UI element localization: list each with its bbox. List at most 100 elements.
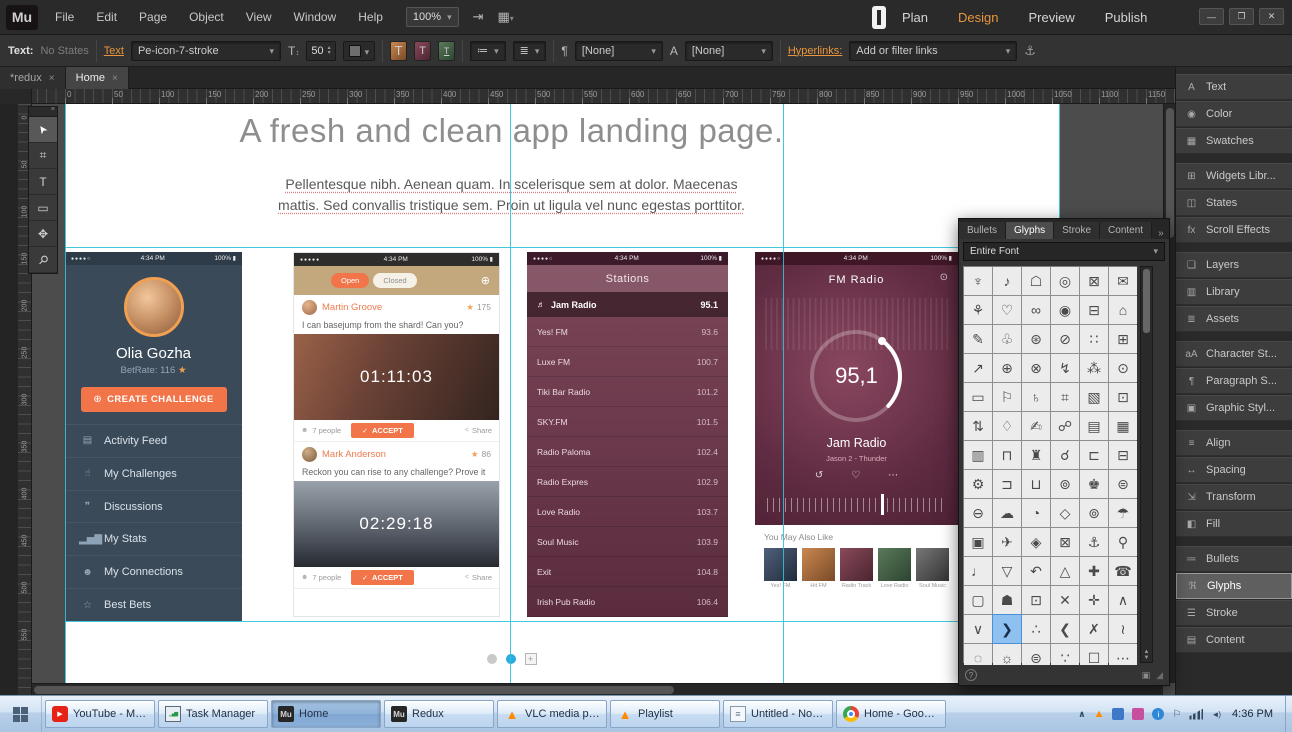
glyph-cell[interactable]: ⊐ bbox=[993, 470, 1021, 498]
glyphs-panel-tab-stroke[interactable]: Stroke bbox=[1054, 222, 1101, 239]
now-playing-row[interactable]: ♬ Jam Radio 95.1 bbox=[527, 292, 728, 317]
panel-button-text[interactable]: A Text bbox=[1176, 74, 1292, 100]
challenge-tab-open[interactable]: Open bbox=[331, 273, 370, 288]
chevron-up-icon[interactable] bbox=[1078, 709, 1085, 720]
station-row[interactable]: Radio Expres 102.9 bbox=[527, 467, 728, 497]
share-button[interactable]: < Share bbox=[465, 573, 492, 582]
page-heading[interactable]: A fresh and clean app landing page. bbox=[65, 112, 958, 150]
grid-options-icon[interactable]: ▦▾ bbox=[498, 9, 514, 25]
taskbar-clock[interactable]: 4:36 PM bbox=[1232, 708, 1273, 720]
hand-tool[interactable]: ✥ bbox=[29, 221, 57, 247]
anchor-icon[interactable]: ⚓ bbox=[1024, 43, 1036, 59]
glyph-cell[interactable]: ⌂ bbox=[1109, 296, 1137, 324]
close-button[interactable] bbox=[1259, 8, 1284, 25]
states-value[interactable]: No States bbox=[40, 45, 88, 57]
mode-tab-preview[interactable]: Preview bbox=[1029, 10, 1075, 25]
zoom-select[interactable]: 100% bbox=[405, 7, 459, 27]
menu-window[interactable]: Window bbox=[283, 0, 348, 35]
scrollbar-thumb[interactable] bbox=[1143, 269, 1150, 333]
bold-button[interactable]: T bbox=[390, 40, 408, 61]
guide-line[interactable] bbox=[65, 621, 1060, 622]
glyph-cell[interactable]: ☼ bbox=[993, 644, 1021, 665]
glyphs-panel-tab-content[interactable]: Content bbox=[1100, 222, 1153, 239]
glyph-cell[interactable]: ☁ bbox=[993, 499, 1021, 527]
glyph-cell[interactable]: ⊚ bbox=[1051, 470, 1079, 498]
taskbar-button-playlist[interactable]: Playlist bbox=[610, 700, 720, 728]
panel-button-character-st[interactable]: aA Character St... bbox=[1176, 341, 1292, 367]
glyph-cell[interactable]: ✈ bbox=[993, 528, 1021, 556]
stations-list-mockup[interactable]: ●●●●○ 4:34 PM 100% Stations ♬ Jam Radio … bbox=[527, 252, 728, 617]
related-station[interactable]: Yes! FM bbox=[764, 548, 797, 589]
glyph-cell[interactable]: ☎ bbox=[1109, 557, 1137, 585]
challenge-feed-mockup[interactable]: ●●●●● 4:34 PM 100% OpenClosed ⊕ Martin G… bbox=[293, 252, 500, 617]
profile-card-mockup[interactable]: ●●●●○ 4:34 PM 100% Olia Gozha BetRate: 1… bbox=[65, 252, 242, 621]
station-row[interactable]: Yes! FM 93.6 bbox=[527, 317, 728, 347]
glyph-cell[interactable]: ⋯ bbox=[1109, 644, 1137, 665]
glyph-cell[interactable]: ∵ bbox=[1051, 644, 1079, 665]
taskbar-button-task-manager[interactable]: Task Manager bbox=[158, 700, 268, 728]
glyph-cell[interactable]: ✚ bbox=[1080, 557, 1108, 585]
related-station[interactable]: Soul Music bbox=[916, 548, 949, 589]
taskbar-button-home-googl[interactable]: Home - Googl... bbox=[836, 700, 946, 728]
minimize-button[interactable] bbox=[1199, 8, 1224, 25]
volume-icon[interactable] bbox=[1211, 710, 1220, 719]
profile-menu-discussions[interactable]: ❞ Discussions bbox=[65, 489, 242, 523]
glyph-cell[interactable]: ⊏ bbox=[1080, 441, 1108, 469]
font-filter-select[interactable]: Entire Font bbox=[963, 242, 1165, 261]
menu-view[interactable]: View bbox=[235, 0, 283, 35]
accept-button[interactable]: ✓ ACCEPT bbox=[351, 423, 414, 438]
document-tab-home[interactable]: Home bbox=[65, 67, 129, 89]
glyph-cell[interactable]: ↗ bbox=[964, 354, 992, 382]
selection-tool[interactable]: ➤ bbox=[29, 117, 57, 143]
font-size-stepper[interactable]: 50 ▴ ▾ bbox=[306, 40, 336, 61]
insert-icon[interactable]: ⇥ bbox=[473, 9, 484, 25]
glyph-cell[interactable]: ↯ bbox=[1051, 354, 1079, 382]
network-icon[interactable] bbox=[1189, 708, 1204, 720]
panel-button-paragraph-s[interactable]: ¶ Paragraph S... bbox=[1176, 368, 1292, 394]
italic-button[interactable]: T bbox=[414, 40, 432, 61]
glyph-cell[interactable]: ♄ bbox=[1022, 383, 1050, 411]
start-button[interactable] bbox=[0, 696, 42, 732]
panel-button-widgets-libr[interactable]: ⊞ Widgets Libr... bbox=[1176, 163, 1292, 189]
profile-menu-my-connections[interactable]: ☻ My Connections bbox=[65, 555, 242, 588]
panel-overflow-icon[interactable]: » bbox=[1152, 228, 1170, 239]
station-row[interactable]: Love Radio 103.7 bbox=[527, 497, 728, 527]
character-style-select[interactable]: [None] bbox=[684, 40, 773, 61]
glyph-cell[interactable]: ☐ bbox=[1080, 644, 1108, 665]
glyph-cell[interactable]: ⊕ bbox=[993, 354, 1021, 382]
glyph-cell[interactable]: ⊜ bbox=[1109, 470, 1137, 498]
font-family-select[interactable]: Pe-icon-7-stroke bbox=[130, 40, 281, 61]
page-artboard[interactable]: A fresh and clean app landing page. Pell… bbox=[65, 104, 1060, 683]
glyph-cell[interactable]: ♪ bbox=[993, 267, 1021, 295]
heart-icon[interactable]: ♡ bbox=[851, 470, 860, 481]
restore-button[interactable] bbox=[1229, 8, 1254, 25]
glyph-cell[interactable]: ✕ bbox=[1051, 586, 1079, 614]
glyph-cell[interactable]: ⚙ bbox=[964, 470, 992, 498]
text-color-swatch[interactable] bbox=[342, 40, 376, 61]
panel-button-content[interactable]: ▤ Content bbox=[1176, 627, 1292, 653]
magenta-app-icon[interactable] bbox=[1132, 708, 1145, 720]
glyph-cell[interactable]: ☌ bbox=[1051, 441, 1079, 469]
glyph-cell[interactable]: ⊔ bbox=[1022, 470, 1050, 498]
menu-page[interactable]: Page bbox=[128, 0, 178, 35]
panel-button-glyphs[interactable]: ℜ Glyphs bbox=[1176, 573, 1292, 599]
glyph-cell[interactable]: ♜ bbox=[1022, 441, 1050, 469]
glyph-cell[interactable]: ◌ bbox=[964, 644, 992, 665]
glyph-cell[interactable]: ⁂ bbox=[1080, 354, 1108, 382]
more-icon[interactable]: ⋯ bbox=[888, 470, 898, 481]
glyph-cell[interactable]: ◉ bbox=[1051, 296, 1079, 324]
related-station[interactable]: Love Radio bbox=[878, 548, 911, 589]
menu-edit[interactable]: Edit bbox=[85, 0, 128, 35]
glyph-cell[interactable]: ♧ bbox=[993, 325, 1021, 353]
panel-button-fill[interactable]: ◧ Fill bbox=[1176, 511, 1292, 537]
menu-object[interactable]: Object bbox=[178, 0, 235, 35]
page-body-text[interactable]: Pellentesque nibh. Aenean quam. In scele… bbox=[65, 174, 958, 216]
menu-file[interactable]: File bbox=[44, 0, 85, 35]
glyph-cell[interactable]: ▤ bbox=[1080, 412, 1108, 440]
glyph-cell[interactable]: ∞ bbox=[1022, 296, 1050, 324]
glyph-cell[interactable]: ⊡ bbox=[1109, 383, 1137, 411]
glyph-cell[interactable]: ⊠ bbox=[1051, 528, 1079, 556]
glyph-cell[interactable]: ☗ bbox=[993, 586, 1021, 614]
panel-button-stroke[interactable]: ☰ Stroke bbox=[1176, 600, 1292, 626]
close-icon[interactable] bbox=[49, 73, 55, 84]
